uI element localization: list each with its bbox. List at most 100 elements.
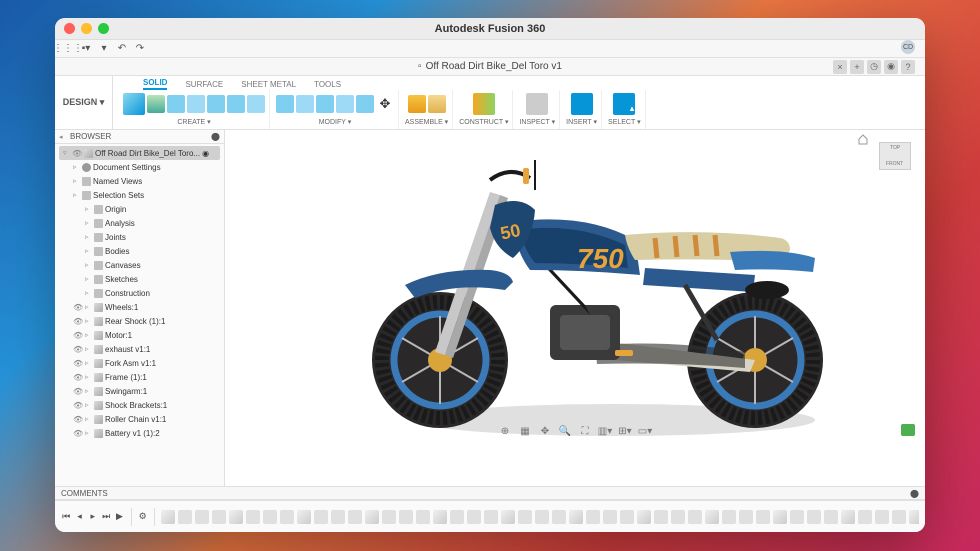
timeline-end-icon[interactable]: ⏭ bbox=[101, 511, 111, 523]
timeline-feature[interactable] bbox=[790, 510, 804, 524]
tab-solid[interactable]: SOLID bbox=[143, 78, 167, 90]
look-icon[interactable]: ▦ bbox=[518, 424, 532, 438]
notifications-icon[interactable]: ◷ bbox=[867, 60, 881, 74]
timeline-feature[interactable] bbox=[535, 510, 549, 524]
minimize-window-button[interactable] bbox=[81, 23, 92, 34]
timeline-feature[interactable] bbox=[569, 510, 583, 524]
save-icon[interactable]: ▾ bbox=[97, 42, 111, 56]
workspace-switcher[interactable]: DESIGN ▾ bbox=[55, 76, 113, 129]
viewport-icon[interactable]: ▭▾ bbox=[638, 424, 652, 438]
loft-icon[interactable] bbox=[227, 95, 245, 113]
tree-component[interactable]: 👁▹Wheels:1 bbox=[55, 300, 224, 314]
tab-tools[interactable]: TOOLS bbox=[314, 80, 341, 90]
ribbon-group-label[interactable]: CONSTRUCT ▾ bbox=[459, 118, 508, 126]
insert-derive-icon[interactable] bbox=[571, 93, 593, 115]
timeline-feature[interactable] bbox=[807, 510, 821, 524]
timeline-feature[interactable] bbox=[467, 510, 481, 524]
timeline-feature[interactable] bbox=[892, 510, 906, 524]
zoom-icon[interactable]: 🔍 bbox=[558, 424, 572, 438]
timeline-feature[interactable] bbox=[229, 510, 243, 524]
timeline-feature[interactable] bbox=[756, 510, 770, 524]
undo-icon[interactable]: ↶ bbox=[115, 42, 129, 56]
tree-component[interactable]: 👁▹exhaust v1:1 bbox=[55, 342, 224, 356]
move-icon[interactable]: ✥ bbox=[376, 95, 394, 113]
fit-icon[interactable]: ⛶ bbox=[578, 424, 592, 438]
timeline-feature[interactable] bbox=[722, 510, 736, 524]
draft-icon[interactable] bbox=[336, 95, 354, 113]
timeline-feature[interactable] bbox=[212, 510, 226, 524]
file-menu-icon[interactable]: ▪▾ bbox=[79, 42, 93, 56]
ribbon-group-label[interactable]: CREATE ▾ bbox=[177, 118, 210, 126]
timeline-feature[interactable] bbox=[331, 510, 345, 524]
shell-icon[interactable] bbox=[316, 95, 334, 113]
joint-icon[interactable] bbox=[408, 95, 426, 113]
tree-component[interactable]: 👁▹Swingarm:1 bbox=[55, 384, 224, 398]
comments-panel-header[interactable]: COMMENTS ⬤ bbox=[55, 486, 925, 500]
timeline-back-icon[interactable]: ◂ bbox=[74, 511, 84, 523]
revolve-icon[interactable] bbox=[187, 95, 205, 113]
tree-item[interactable]: ▹Selection Sets bbox=[55, 188, 224, 202]
timeline-start-icon[interactable]: ⏮ bbox=[61, 511, 71, 523]
tree-component[interactable]: 👁▹Battery v1 (1):2 bbox=[55, 426, 224, 440]
timeline-feature[interactable] bbox=[433, 510, 447, 524]
press-pull-icon[interactable] bbox=[276, 95, 294, 113]
timeline-feature[interactable] bbox=[637, 510, 651, 524]
expand-icon[interactable]: ⬤ bbox=[910, 489, 919, 498]
ribbon-group-label[interactable]: MODIFY ▾ bbox=[319, 118, 352, 126]
construct-plane-icon[interactable] bbox=[473, 93, 495, 115]
timeline-feature[interactable] bbox=[280, 510, 294, 524]
user-avatar[interactable]: CD bbox=[901, 40, 915, 54]
timeline-feature[interactable] bbox=[909, 510, 919, 524]
fillet-icon[interactable] bbox=[296, 95, 314, 113]
timeline-feature[interactable] bbox=[671, 510, 685, 524]
timeline-feature[interactable] bbox=[773, 510, 787, 524]
close-tab-icon[interactable]: × bbox=[833, 60, 847, 74]
timeline-feature[interactable] bbox=[875, 510, 889, 524]
timeline-feature[interactable] bbox=[586, 510, 600, 524]
ribbon-group-label[interactable]: ASSEMBLE ▾ bbox=[405, 118, 448, 126]
timeline-feature[interactable] bbox=[416, 510, 430, 524]
tab-sheet-metal[interactable]: SHEET METAL bbox=[241, 80, 296, 90]
comments-icon[interactable] bbox=[901, 424, 915, 436]
display-settings-icon[interactable]: ▥▾ bbox=[598, 424, 612, 438]
radio-icon[interactable]: ◉ bbox=[202, 149, 209, 158]
tree-component[interactable]: 👁▹Motor:1 bbox=[55, 328, 224, 342]
timeline-feature[interactable] bbox=[161, 510, 175, 524]
create-form-icon[interactable] bbox=[147, 95, 165, 113]
tree-component[interactable]: 👁▹Shock Brackets:1 bbox=[55, 398, 224, 412]
extrude-icon[interactable] bbox=[167, 95, 185, 113]
sweep-icon[interactable] bbox=[207, 95, 225, 113]
timeline-feature[interactable] bbox=[858, 510, 872, 524]
as-built-joint-icon[interactable] bbox=[428, 95, 446, 113]
ribbon-group-label[interactable]: INSERT ▾ bbox=[566, 118, 597, 126]
timeline-feature[interactable] bbox=[620, 510, 634, 524]
tab-surface[interactable]: SURFACE bbox=[185, 80, 223, 90]
tree-component[interactable]: 👁▹Fork Asm v1:1 bbox=[55, 356, 224, 370]
tree-item[interactable]: ▹Origin bbox=[55, 202, 224, 216]
tree-item[interactable]: ▹Analysis bbox=[55, 216, 224, 230]
timeline-feature[interactable] bbox=[263, 510, 277, 524]
timeline-feature[interactable] bbox=[297, 510, 311, 524]
document-tab[interactable]: ▫ Off Road Dirt Bike_Del Toro v1 bbox=[418, 61, 562, 72]
timeline-feature[interactable] bbox=[348, 510, 362, 524]
timeline-feature[interactable] bbox=[178, 510, 192, 524]
new-tab-icon[interactable]: + bbox=[850, 60, 864, 74]
timeline-feature[interactable] bbox=[824, 510, 838, 524]
timeline-feature[interactable] bbox=[603, 510, 617, 524]
tree-item[interactable]: ▹Document Settings bbox=[55, 160, 224, 174]
grid-icon[interactable]: ⋮⋮⋮ bbox=[61, 42, 75, 56]
new-sketch-icon[interactable] bbox=[123, 93, 145, 115]
viewport[interactable]: TOP FRONT bbox=[225, 130, 925, 486]
tree-component[interactable]: 👁▹Rear Shock (1):1 bbox=[55, 314, 224, 328]
help-icon[interactable]: ? bbox=[901, 60, 915, 74]
timeline-feature[interactable] bbox=[688, 510, 702, 524]
timeline-feature[interactable] bbox=[841, 510, 855, 524]
tree-root[interactable]: ▿👁 Off Road Dirt Bike_Del Toro... ◉ bbox=[59, 146, 220, 160]
timeline-settings-icon[interactable]: ⚙ bbox=[138, 511, 148, 523]
tree-item[interactable]: ▹Named Views bbox=[55, 174, 224, 188]
timeline-feature[interactable] bbox=[739, 510, 753, 524]
select-icon[interactable]: ▴ bbox=[613, 93, 635, 115]
timeline-play-icon[interactable]: ▶ bbox=[114, 511, 124, 523]
viewcube[interactable]: TOP FRONT bbox=[873, 138, 917, 174]
timeline-feature[interactable] bbox=[365, 510, 379, 524]
